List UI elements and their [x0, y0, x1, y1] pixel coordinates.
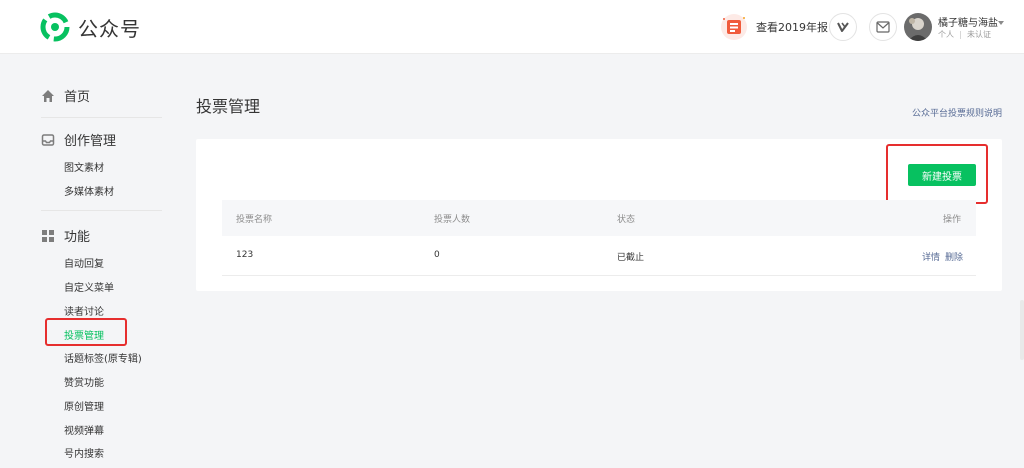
delete-link[interactable]: 删除	[945, 250, 963, 263]
sidebar-group-functions: 功能	[41, 226, 90, 245]
sidebar-item-multimedia-material[interactable]: 多媒体素材	[64, 183, 114, 198]
column-header-vote-name: 投票名称	[236, 215, 273, 225]
details-link[interactable]: 详情	[922, 250, 940, 263]
cell-voter-count: 0	[434, 250, 440, 260]
verified-v-icon	[837, 22, 849, 32]
sidebar-item-appreciation[interactable]: 赞赏功能	[64, 374, 104, 389]
avatar[interactable]	[904, 13, 932, 41]
wechat-official-logo-icon	[40, 12, 70, 42]
mail-button[interactable]	[869, 13, 897, 41]
verification-status: 未认证	[967, 30, 991, 39]
sidebar-functions-label: 功能	[64, 230, 91, 245]
annual-report-link[interactable]: 查看2019年报	[720, 13, 828, 41]
user-name[interactable]: 橘子糖与海盐	[938, 14, 998, 29]
highlight-box-new-button	[886, 144, 988, 204]
cell-status: 已截止	[617, 253, 645, 263]
sidebar-creation-label: 创作管理	[64, 134, 117, 149]
sidebar-divider	[41, 210, 162, 211]
annual-report-icon	[720, 13, 748, 41]
sidebar-group-creation: 创作管理	[41, 130, 116, 149]
column-header-actions: 操作	[943, 215, 962, 225]
verified-v-button[interactable]	[829, 13, 857, 41]
user-meta: 个人 未认证	[938, 29, 991, 40]
table-header	[222, 200, 976, 236]
page-title: 投票管理	[196, 97, 261, 116]
sidebar-item-image-text-material[interactable]: 图文素材	[64, 159, 104, 174]
grid-icon	[42, 229, 54, 242]
column-header-voter-count: 投票人数	[434, 215, 471, 225]
logo-text: 公众号	[78, 16, 141, 41]
sidebar-divider	[41, 117, 162, 118]
sidebar-item-original-management[interactable]: 原创管理	[64, 398, 104, 413]
home-icon	[42, 89, 54, 102]
sidebar-home-label: 首页	[64, 90, 91, 105]
sidebar-item-custom-menu[interactable]: 自定义菜单	[64, 279, 114, 294]
column-header-status: 状态	[617, 215, 636, 225]
annual-report-text: 查看2019年报	[756, 21, 828, 34]
account-type: 个人	[938, 30, 954, 39]
sidebar-item-auto-reply[interactable]: 自动回复	[64, 255, 104, 270]
sidebar-item-in-account-search[interactable]: 号内搜索	[64, 445, 104, 460]
meta-divider	[960, 30, 961, 39]
top-header: 公众号 查看2019年报 橘子糖与海盐 个人 未认证	[0, 0, 1024, 54]
sidebar-item-home[interactable]: 首页	[41, 86, 90, 105]
highlight-box-sidebar	[45, 318, 127, 346]
sidebar-item-topic-tags[interactable]: 话题标签(原专辑)	[64, 350, 142, 365]
logo[interactable]: 公众号	[40, 12, 141, 42]
cell-vote-name: 123	[236, 250, 254, 260]
caret-down-icon[interactable]	[998, 21, 1004, 25]
vote-rules-link[interactable]: 公众平台投票规则说明	[912, 106, 1002, 119]
table-row-divider	[222, 275, 976, 276]
mail-icon	[876, 21, 890, 33]
sidebar-item-video-danmaku[interactable]: 视频弹幕	[64, 422, 104, 437]
sidebar-item-reader-discussion[interactable]: 读者讨论	[64, 303, 104, 318]
scrollbar[interactable]	[1020, 300, 1024, 360]
inbox-icon	[41, 133, 55, 146]
